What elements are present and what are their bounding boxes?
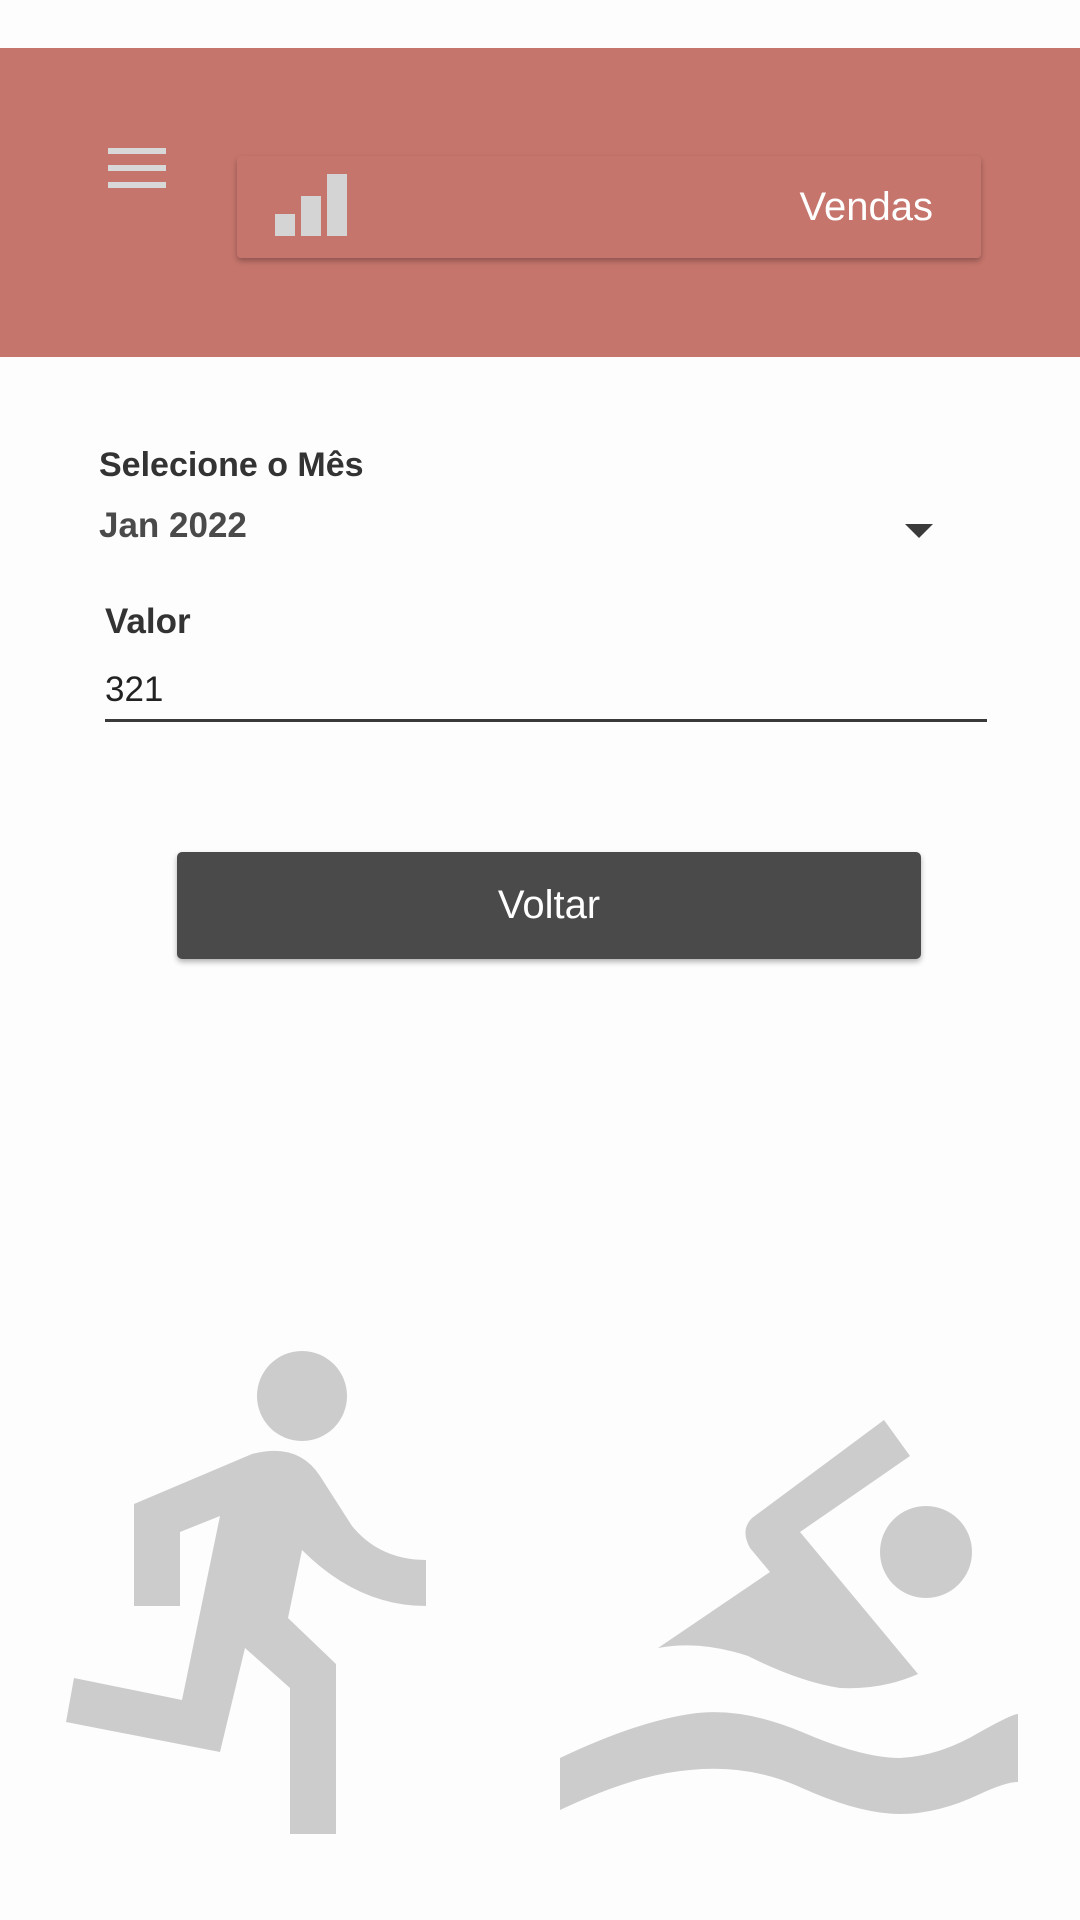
menu-icon (108, 148, 166, 188)
back-button[interactable]: Voltar (177, 852, 921, 959)
swimming-person-icon (560, 1420, 1018, 1814)
title-card: Vendas (237, 156, 981, 258)
month-select-value: Jan 2022 (99, 506, 247, 545)
valor-label: Valor (105, 602, 191, 641)
page-title: Vendas (799, 185, 933, 229)
running-person-icon (66, 1351, 426, 1834)
bar-chart-icon (275, 174, 347, 236)
dropdown-arrow-icon (905, 524, 933, 538)
menu-button[interactable] (100, 130, 176, 206)
month-select-label: Selecione o Mês (99, 446, 364, 484)
valor-input[interactable] (105, 660, 987, 722)
month-select[interactable]: Jan 2022 (99, 502, 979, 564)
